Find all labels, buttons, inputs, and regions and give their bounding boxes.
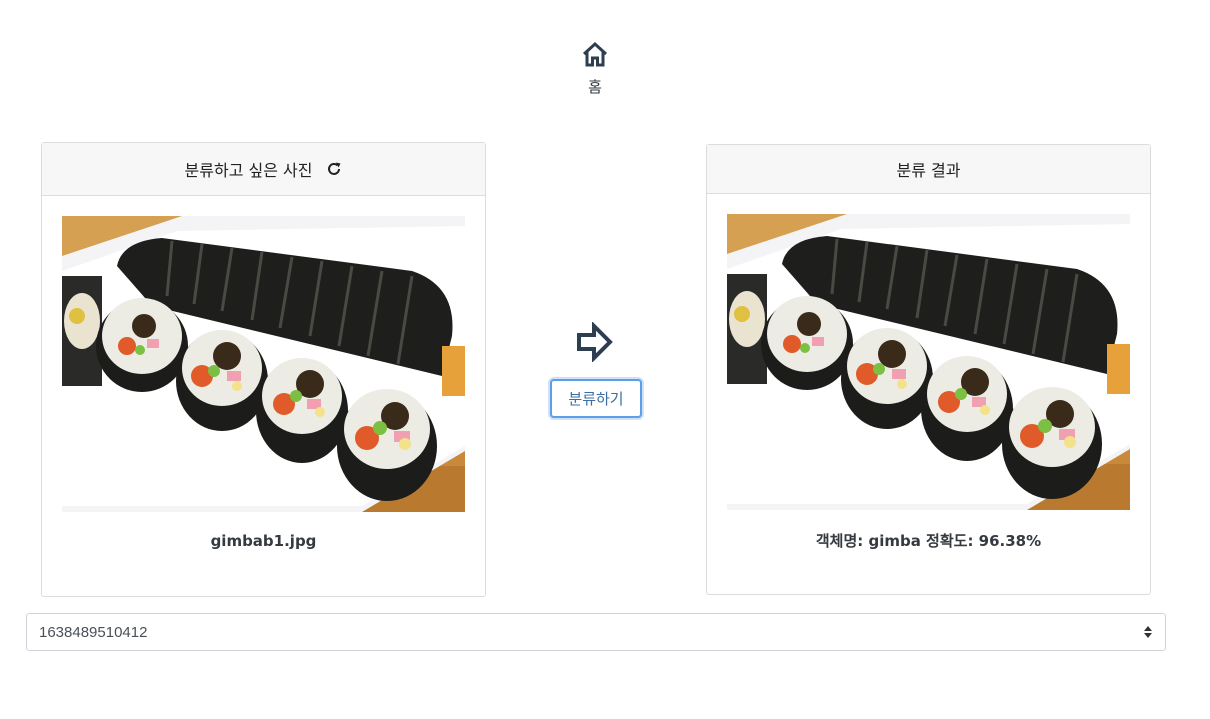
input-image bbox=[62, 216, 465, 512]
select-caret-icon bbox=[1143, 625, 1153, 643]
result-card-title: 분류 결과 bbox=[896, 161, 961, 180]
history-select-value: 1638489510412 bbox=[39, 623, 148, 641]
arrow-right-icon bbox=[576, 321, 614, 366]
input-card-header: 분류하고 싶은 사진 bbox=[42, 143, 485, 196]
result-card: 분류 결과 객체명: gimba 정확도: 96.38% bbox=[706, 144, 1151, 595]
refresh-icon[interactable] bbox=[326, 161, 342, 177]
page: 홈 분류하고 싶은 사진 gimbab1.jpg 분류하기 분류 결과 객체명:… bbox=[0, 0, 1210, 719]
input-filename: gimbab1.jpg bbox=[210, 532, 317, 550]
result-card-header: 분류 결과 bbox=[707, 145, 1150, 194]
classify-button[interactable]: 분류하기 bbox=[550, 379, 642, 418]
result-image bbox=[727, 214, 1130, 510]
input-card-title: 분류하고 싶은 사진 bbox=[184, 161, 313, 180]
history-select[interactable]: 1638489510412 bbox=[26, 613, 1166, 651]
home-icon bbox=[581, 40, 609, 68]
input-image-card: 분류하고 싶은 사진 gimbab1.jpg bbox=[41, 142, 486, 597]
home-nav-link[interactable]: 홈 bbox=[565, 40, 625, 110]
home-label: 홈 bbox=[588, 78, 602, 96]
classification-result-text: 객체명: gimba 정확도: 96.38% bbox=[815, 532, 1042, 550]
